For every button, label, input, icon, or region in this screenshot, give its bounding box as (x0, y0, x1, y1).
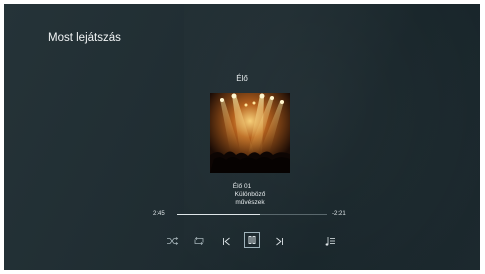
album-art (210, 93, 290, 173)
pause-icon (248, 236, 256, 244)
shuffle-button[interactable] (165, 233, 181, 249)
queue-button[interactable] (322, 233, 338, 249)
progress-bar[interactable] (177, 214, 327, 215)
elapsed-time: 2:45 (153, 211, 165, 217)
shuffle-icon (167, 237, 179, 245)
remaining-time: -2:21 (332, 211, 346, 217)
repeat-button[interactable] (191, 233, 207, 249)
previous-button[interactable] (218, 233, 234, 249)
queue-icon (325, 236, 335, 246)
track-artist: Különböző művészek (234, 191, 266, 206)
pause-button[interactable] (244, 232, 260, 248)
next-icon (275, 237, 283, 245)
progress-fill (177, 214, 260, 215)
track-title: Élő 01 (232, 183, 252, 190)
previous-icon (222, 237, 230, 245)
repeat-icon (194, 237, 204, 245)
now-playing-screen: Most lejátszás Élő Élő 01 Különböző művé… (4, 4, 480, 270)
page-title: Most lejátszás (48, 32, 121, 44)
album-name: Élő (236, 74, 248, 83)
next-button[interactable] (271, 233, 287, 249)
